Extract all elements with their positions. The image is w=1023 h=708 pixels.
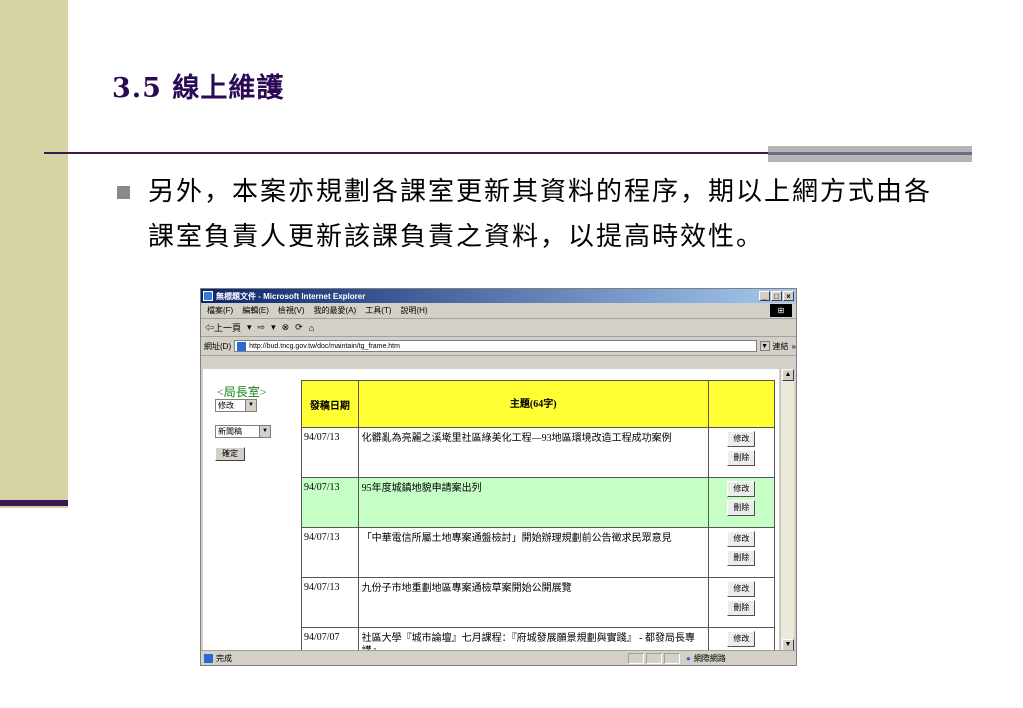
- delete-button[interactable]: 刪除: [727, 500, 756, 516]
- bullet-text: 另外，本案亦規劃各課室更新其資料的程序，期以上網方式由各課室負責人更新該課負責之…: [148, 177, 933, 252]
- menu-view[interactable]: 檢視(V): [278, 305, 305, 316]
- action-select[interactable]: 修改 ▼: [215, 399, 257, 412]
- close-button[interactable]: ×: [783, 291, 794, 301]
- status-page-icon: [204, 653, 213, 663]
- title-rule-accent: [768, 146, 972, 162]
- edit-button[interactable]: 修改: [727, 531, 756, 547]
- address-bar: 網址(D) http://bud.tncg.gov.tw/doc/maintai…: [201, 337, 796, 356]
- row-date: 94/07/13: [301, 577, 359, 628]
- row-actions: 修改 刪除: [707, 427, 776, 478]
- menu-file[interactable]: 檔案(F): [207, 305, 233, 316]
- department-label: <局長室>: [217, 385, 267, 399]
- address-url: http://bud.tncg.gov.tw/doc/maintain/tg_f…: [249, 342, 400, 350]
- address-dropdown-icon[interactable]: ▼: [759, 341, 770, 351]
- home-icon[interactable]: ⌂: [309, 323, 314, 333]
- table-row: 94/07/13 「中華電信所屬土地專案通盤檢討」開始辦理規劃前公告徵求民眾意見…: [301, 527, 776, 578]
- table-row: 94/07/13 化髒亂為亮麗之溪墘里社區綠美化工程—93地區環境改造工程成功案…: [301, 427, 776, 478]
- scroll-up-icon[interactable]: ▲: [782, 369, 794, 381]
- edit-button[interactable]: 修改: [727, 481, 756, 497]
- links-button[interactable]: 連結: [773, 341, 789, 352]
- header-actions: [707, 380, 776, 428]
- forward-button[interactable]: ⇨: [258, 322, 266, 333]
- page-content: <局長室> 修改 ▼ 新聞稿 ▼ 確定 發稿日期 主題(64字) 94/07/1…: [203, 369, 779, 651]
- row-date: 94/07/07: [301, 627, 359, 651]
- table-header-row: 發稿日期 主題(64字): [301, 380, 776, 428]
- row-actions: 修改: [707, 627, 776, 651]
- ie-icon: [203, 291, 213, 301]
- menu-edit[interactable]: 編輯(E): [242, 305, 269, 316]
- confirm-button[interactable]: 確定: [215, 447, 245, 461]
- edit-button[interactable]: 修改: [727, 431, 756, 447]
- delete-button[interactable]: 刪除: [727, 550, 756, 566]
- row-actions: 修改 刪除: [707, 477, 776, 528]
- browser-titlebar[interactable]: 無標題文件 - Microsoft Internet Explorer _ □ …: [201, 289, 796, 303]
- slide-sidebar-decoration: [0, 0, 68, 508]
- vertical-scrollbar[interactable]: ▲ ▼: [780, 369, 794, 651]
- chevron-down-icon: ▼: [245, 400, 256, 411]
- row-date: 94/07/13: [301, 477, 359, 528]
- back-dropdown-icon[interactable]: ▾: [247, 322, 252, 333]
- table-row: 94/07/07 社區大學『城市論壇』七月課程：『府城發展願景規劃與實踐』 - …: [301, 627, 776, 651]
- chevron-down-icon: ▼: [259, 426, 270, 437]
- sidebar-divider: [0, 500, 68, 506]
- maximize-button[interactable]: □: [771, 291, 782, 301]
- edit-button[interactable]: 修改: [727, 581, 756, 597]
- posts-table: 發稿日期 主題(64字) 94/07/13 化髒亂為亮麗之溪墘里社區綠美化工程—…: [301, 380, 776, 651]
- row-actions: 修改 刪除: [707, 527, 776, 578]
- stop-icon[interactable]: ⊗: [282, 322, 290, 333]
- status-text: 完成: [216, 653, 232, 663]
- menu-tools[interactable]: 工具(T): [365, 305, 391, 316]
- status-cell: [646, 652, 662, 664]
- address-label: 網址(D): [204, 341, 232, 351]
- browser-window: 無標題文件 - Microsoft Internet Explorer _ □ …: [200, 288, 797, 666]
- header-subject: 主題(64字): [357, 380, 709, 428]
- globe-icon: ●: [686, 653, 691, 663]
- row-subject: 化髒亂為亮麗之溪墘里社區綠美化工程—93地區環境改造工程成功案例: [357, 427, 709, 478]
- links-more-icon[interactable]: »: [792, 342, 796, 351]
- category-select-value: 新聞稿: [218, 427, 242, 436]
- back-button[interactable]: ⇦上一頁: [205, 321, 241, 334]
- row-subject: 九份子市地重劃地區專案通檢草案開始公開展覽: [357, 577, 709, 628]
- table-row: 94/07/13 九份子市地重劃地區專案通檢草案開始公開展覽 修改 刪除: [301, 577, 776, 628]
- row-subject: 社區大學『城市論壇』七月課程：『府城發展願景規劃與實踐』 - 都發局長專講』: [357, 627, 709, 651]
- menu-help[interactable]: 說明(H): [400, 305, 427, 316]
- category-select[interactable]: 新聞稿 ▼: [215, 425, 271, 438]
- nav-toolbar: ⇦上一頁 ▾ ⇨ ▾ ⊗ ⟳ ⌂: [201, 319, 796, 337]
- forward-dropdown-icon[interactable]: ▾: [271, 322, 276, 333]
- status-cell: [664, 652, 680, 664]
- row-actions: 修改 刪除: [707, 577, 776, 628]
- address-input[interactable]: http://bud.tncg.gov.tw/doc/maintain/tg_f…: [234, 340, 757, 352]
- minimize-button[interactable]: _: [759, 291, 770, 301]
- menu-bar: 檔案(F) 編輯(E) 檢視(V) 我的最愛(A) 工具(T) 說明(H) ⊞: [201, 303, 796, 319]
- window-controls: _ □ ×: [759, 291, 796, 301]
- edit-button[interactable]: 修改: [727, 631, 756, 647]
- menu-favorites[interactable]: 我的最愛(A): [314, 305, 357, 316]
- delete-button[interactable]: 刪除: [727, 450, 756, 466]
- action-select-value: 修改: [218, 401, 234, 410]
- header-date: 發稿日期: [301, 380, 359, 428]
- slide-title: 3.5 線上維護: [112, 73, 285, 104]
- status-cell: [628, 652, 644, 664]
- row-date: 94/07/13: [301, 427, 359, 478]
- status-bar: 完成 ● 網際網路: [201, 650, 796, 665]
- row-date: 94/07/13: [301, 527, 359, 578]
- refresh-icon[interactable]: ⟳: [295, 322, 303, 333]
- zone-text: 網際網路: [693, 653, 726, 663]
- delete-button[interactable]: 刪除: [727, 600, 756, 616]
- table-row: 94/07/13 95年度城鎮地貌申請案出列 修改 刪除: [301, 477, 776, 528]
- row-subject: 95年度城鎮地貌申請案出列: [357, 477, 709, 528]
- row-subject: 「中華電信所屬土地專案通盤檢討」開始辦理規劃前公告徵求民眾意見: [357, 527, 709, 578]
- page-icon: [237, 341, 247, 351]
- bullet-square-icon: [117, 186, 130, 199]
- windows-flag-icon: ⊞: [770, 304, 792, 317]
- window-title: 無標題文件 - Microsoft Internet Explorer: [216, 291, 366, 301]
